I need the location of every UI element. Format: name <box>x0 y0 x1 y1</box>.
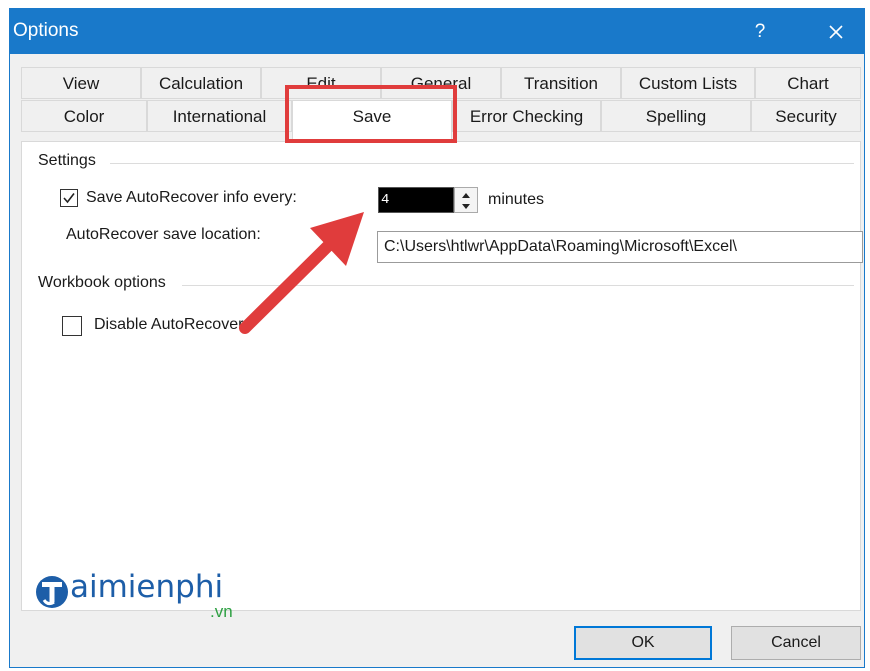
tab-calculation[interactable]: Calculation <box>141 67 261 99</box>
tab-chart[interactable]: Chart <box>755 67 861 99</box>
tab-transition[interactable]: Transition <box>501 67 621 99</box>
autorecover-interval-input[interactable]: 4 <box>378 187 454 213</box>
workbook-group-label: Workbook options <box>38 274 166 291</box>
dialog-title: Options <box>13 20 79 41</box>
ok-button[interactable]: OK <box>574 626 712 660</box>
settings-divider <box>110 163 854 164</box>
minutes-label: minutes <box>488 191 545 208</box>
tab-view[interactable]: View <box>21 67 141 99</box>
down-arrow-icon <box>462 204 470 209</box>
spin-up-button[interactable] <box>455 188 477 200</box>
logo-t-icon <box>36 576 68 608</box>
tab-custom-lists[interactable]: Custom Lists <box>621 67 755 99</box>
tab-general[interactable]: General <box>381 67 501 99</box>
spin-down-button[interactable] <box>455 200 477 212</box>
tab-edit[interactable]: Edit <box>261 67 381 99</box>
autorecover-location-field[interactable]: C:\Users\htlwr\AppData\Roaming\Microsoft… <box>377 231 863 263</box>
title-bar: Options ? <box>10 9 864 54</box>
tab-color[interactable]: Color <box>21 100 147 132</box>
logo-brand: aimienphi <box>70 569 224 605</box>
autorecover-checkbox[interactable] <box>60 189 78 207</box>
tab-save[interactable]: Save <box>292 100 452 142</box>
tab-spelling[interactable]: Spelling <box>601 100 751 132</box>
disable-autorecover-checkbox[interactable] <box>62 316 82 336</box>
tab-security[interactable]: Security <box>751 100 861 132</box>
settings-group-label: Settings <box>38 152 96 169</box>
close-button[interactable] <box>818 15 854 49</box>
help-button[interactable]: ? <box>745 17 775 47</box>
cancel-button[interactable]: Cancel <box>731 626 861 660</box>
interval-spinner <box>454 187 478 213</box>
tab-error-checking[interactable]: Error Checking <box>452 100 601 132</box>
disable-autorecover-label: Disable AutoRecover <box>94 316 244 333</box>
save-panel: Settings Save AutoRecover info every: 4 … <box>21 141 863 611</box>
checkmark-icon <box>63 193 75 204</box>
taimienphi-logo: aimienphi .vn <box>34 569 233 621</box>
annotation-arrow-icon <box>239 212 364 334</box>
close-icon <box>829 25 843 39</box>
logo-tld: .vn <box>210 602 233 621</box>
tab-international[interactable]: International <box>147 100 292 132</box>
